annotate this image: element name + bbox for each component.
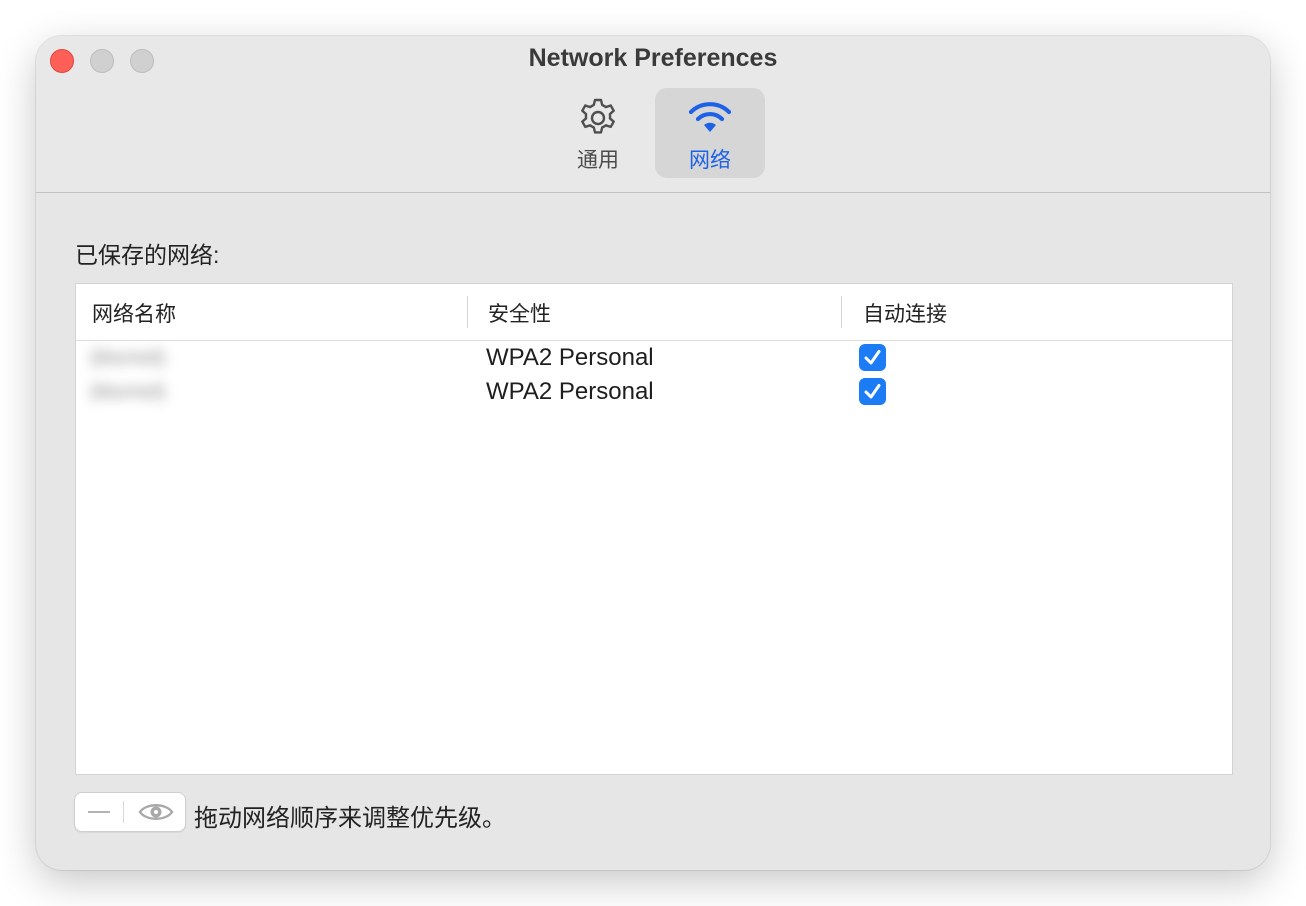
toolbar: Network Preferences 通用 网络 [36,36,1270,193]
gear-icon [581,98,615,134]
auto-join-checkbox[interactable] [859,378,886,405]
minus-icon [88,811,110,813]
priority-hint: 拖动网络顺序来调整优先级。 [194,805,506,832]
tab-general-label: 通用 [577,149,619,172]
security-cell: WPA2 Personal [486,344,654,371]
view-network-button[interactable] [124,793,186,831]
saved-networks-table: 网络名称 安全性 自动连接 (blurred) WPA2 Personal (b… [75,283,1233,775]
column-header-network-name[interactable]: 网络名称 [92,298,176,328]
table-row[interactable]: (blurred) WPA2 Personal [76,375,1232,409]
column-divider[interactable] [841,296,842,328]
network-name-cell: (blurred) [90,347,166,369]
tab-general[interactable]: 通用 [543,88,653,178]
network-name-cell: (blurred) [90,381,166,403]
security-cell: WPA2 Personal [486,378,654,405]
table-header: 网络名称 安全性 自动连接 [76,284,1232,341]
column-header-security[interactable]: 安全性 [488,298,551,328]
wifi-icon [688,102,732,132]
column-divider[interactable] [467,296,468,328]
checkmark-icon [864,384,881,399]
tab-network-label: 网络 [689,149,731,172]
network-preferences-window: Network Preferences 通用 网络 已保存的网络: 网络名称 安… [36,36,1270,870]
eye-icon [138,804,174,820]
auto-join-checkbox[interactable] [859,344,886,371]
column-header-auto-join[interactable]: 自动连接 [863,298,947,328]
window-title: Network Preferences [528,44,778,72]
checkmark-icon [864,350,881,365]
list-controls [74,792,186,832]
table-row[interactable]: (blurred) WPA2 Personal [76,341,1232,375]
saved-networks-heading: 已保存的网络: [75,242,220,268]
remove-network-button[interactable] [75,793,123,831]
tab-network[interactable]: 网络 [655,88,765,178]
